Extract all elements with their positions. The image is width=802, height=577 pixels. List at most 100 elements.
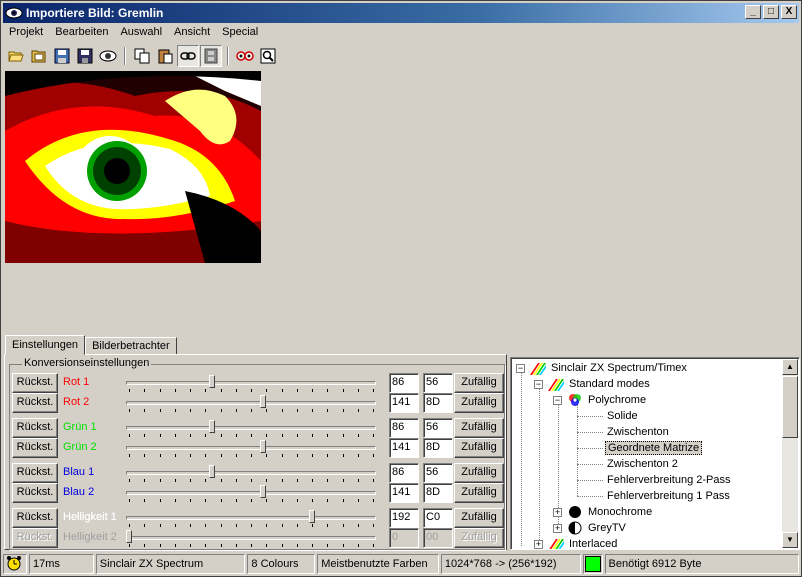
value-decimal[interactable]: 0 bbox=[389, 528, 419, 548]
value-hex[interactable]: 56 bbox=[423, 418, 453, 438]
slider-thumb[interactable] bbox=[126, 530, 132, 543]
tab-bilderbetrachter[interactable]: Bilderbetrachter bbox=[85, 337, 177, 355]
menu-ansicht[interactable]: Ansicht bbox=[168, 24, 216, 43]
random-button[interactable]: Zufällig bbox=[454, 528, 504, 548]
channel-slider[interactable] bbox=[126, 528, 376, 548]
reset-button[interactable]: Rückst. bbox=[12, 508, 58, 528]
minimize-button[interactable]: _ bbox=[745, 5, 761, 19]
tree-leaf[interactable]: Fehlerverbreitung 1 Pass bbox=[605, 488, 732, 504]
view-icon[interactable] bbox=[97, 45, 119, 67]
image-preview[interactable] bbox=[5, 71, 261, 263]
compare-icon[interactable] bbox=[234, 45, 256, 67]
close-button[interactable]: X bbox=[781, 5, 797, 19]
value-hex[interactable]: 8D bbox=[423, 438, 453, 458]
menu-projekt[interactable]: Projekt bbox=[3, 24, 49, 43]
tree-leaf[interactable]: Fehlerverbreitung 2-Pass bbox=[605, 472, 733, 488]
tree-node-polychrome[interactable]: − Polychrome bbox=[553, 392, 648, 408]
reset-button[interactable]: Rückst. bbox=[12, 393, 58, 413]
menu-auswahl[interactable]: Auswahl bbox=[114, 24, 168, 43]
channel-slider[interactable] bbox=[126, 438, 376, 458]
random-button[interactable]: Zufällig bbox=[454, 483, 504, 503]
paste-icon[interactable] bbox=[154, 45, 176, 67]
random-button[interactable]: Zufällig bbox=[454, 508, 504, 528]
value-decimal[interactable]: 141 bbox=[389, 438, 419, 458]
channel-slider[interactable] bbox=[126, 483, 376, 503]
menu-bearbeiten[interactable]: Bearbeiten bbox=[49, 24, 114, 43]
expand-toggle[interactable]: + bbox=[553, 523, 562, 533]
scroll-down-button[interactable]: ▼ bbox=[782, 532, 798, 548]
save-as-icon[interactable] bbox=[51, 45, 73, 67]
mode-tree[interactable]: − Sinclair ZX Spectrum/Timex − Standard … bbox=[510, 357, 800, 550]
random-button[interactable]: Zufällig bbox=[454, 373, 504, 393]
slider-thumb[interactable] bbox=[260, 440, 267, 453]
channel-slider[interactable] bbox=[126, 463, 376, 483]
value-hex[interactable]: 56 bbox=[423, 373, 453, 393]
value-decimal[interactable]: 86 bbox=[389, 463, 419, 483]
value-hex[interactable]: 8D bbox=[423, 483, 453, 503]
tree-node-greytv[interactable]: + GreyTV bbox=[553, 520, 628, 536]
value-hex[interactable]: C0 bbox=[423, 508, 453, 528]
title-bar[interactable]: Importiere Bild: Gremlin _ □ X bbox=[3, 3, 799, 23]
scroll-thumb[interactable] bbox=[782, 376, 798, 438]
expand-toggle[interactable]: + bbox=[553, 507, 562, 517]
value-decimal[interactable]: 192 bbox=[389, 508, 419, 528]
slider-tick bbox=[357, 544, 359, 547]
slider-thumb[interactable] bbox=[208, 420, 215, 433]
slider-tick bbox=[144, 499, 146, 502]
tree-node-root[interactable]: − Sinclair ZX Spectrum/Timex bbox=[516, 360, 689, 376]
value-decimal[interactable]: 86 bbox=[389, 418, 419, 438]
film-icon[interactable] bbox=[200, 45, 222, 67]
reset-button[interactable]: Rückst. bbox=[12, 528, 58, 548]
tree-leaf[interactable]: Solide bbox=[605, 408, 640, 424]
slider-tick bbox=[144, 524, 146, 527]
value-hex[interactable]: 8D bbox=[423, 393, 453, 413]
tree-node-monochrome[interactable]: + Monochrome bbox=[553, 504, 654, 520]
slider-tick bbox=[174, 524, 176, 527]
save-icon[interactable] bbox=[74, 45, 96, 67]
collapse-toggle[interactable]: − bbox=[553, 395, 562, 405]
random-button[interactable]: Zufällig bbox=[454, 438, 504, 458]
value-hex[interactable]: 00 bbox=[423, 528, 453, 548]
random-button[interactable]: Zufällig bbox=[454, 463, 504, 483]
tab-einstellungen[interactable]: Einstellungen bbox=[5, 335, 86, 355]
value-decimal[interactable]: 141 bbox=[389, 483, 419, 503]
channel-slider[interactable] bbox=[126, 508, 376, 528]
channel-slider[interactable] bbox=[126, 393, 376, 413]
channel-slider[interactable] bbox=[126, 373, 376, 393]
tree-scrollbar[interactable]: ▲ ▼ bbox=[782, 359, 798, 548]
value-decimal[interactable]: 86 bbox=[389, 373, 419, 393]
slider-thumb[interactable] bbox=[260, 395, 267, 408]
tree-leaf[interactable]: Zwischenton 2 bbox=[605, 456, 680, 472]
slider-thumb[interactable] bbox=[208, 465, 215, 478]
scroll-up-button[interactable]: ▲ bbox=[782, 359, 798, 375]
open-folder-icon[interactable] bbox=[5, 45, 27, 67]
open-icon[interactable] bbox=[28, 45, 50, 67]
tree-node-interlaced[interactable]: + Interlaced bbox=[534, 536, 619, 549]
tree-leaf[interactable]: Geordnete Matrize bbox=[605, 440, 703, 456]
collapse-toggle[interactable]: − bbox=[534, 379, 543, 389]
random-button[interactable]: Zufällig bbox=[454, 418, 504, 438]
channel-slider[interactable] bbox=[126, 418, 376, 438]
slider-thumb[interactable] bbox=[309, 510, 315, 523]
zoom-icon[interactable] bbox=[257, 45, 279, 67]
slider-tick bbox=[190, 434, 191, 437]
collapse-toggle[interactable]: − bbox=[516, 363, 525, 373]
value-hex[interactable]: 56 bbox=[423, 463, 453, 483]
reset-button[interactable]: Rückst. bbox=[12, 483, 58, 503]
tree-leaf[interactable]: Zwischenton bbox=[605, 424, 671, 440]
reset-button[interactable]: Rückst. bbox=[12, 373, 58, 393]
copy-icon[interactable] bbox=[131, 45, 153, 67]
slider-thumb[interactable] bbox=[208, 375, 215, 388]
random-button[interactable]: Zufällig bbox=[454, 393, 504, 413]
value-decimal[interactable]: 141 bbox=[389, 393, 419, 413]
reset-button[interactable]: Rückst. bbox=[12, 463, 58, 483]
maximize-button[interactable]: □ bbox=[763, 5, 779, 19]
link-icon[interactable] bbox=[177, 45, 199, 67]
slider-thumb[interactable] bbox=[260, 485, 267, 498]
menu-special[interactable]: Special bbox=[216, 24, 264, 43]
reset-button[interactable]: Rückst. bbox=[12, 418, 58, 438]
tree-node-standard[interactable]: − Standard modes bbox=[534, 376, 652, 392]
slider-tick bbox=[159, 524, 161, 527]
expand-toggle[interactable]: + bbox=[534, 539, 543, 549]
reset-button[interactable]: Rückst. bbox=[12, 438, 58, 458]
